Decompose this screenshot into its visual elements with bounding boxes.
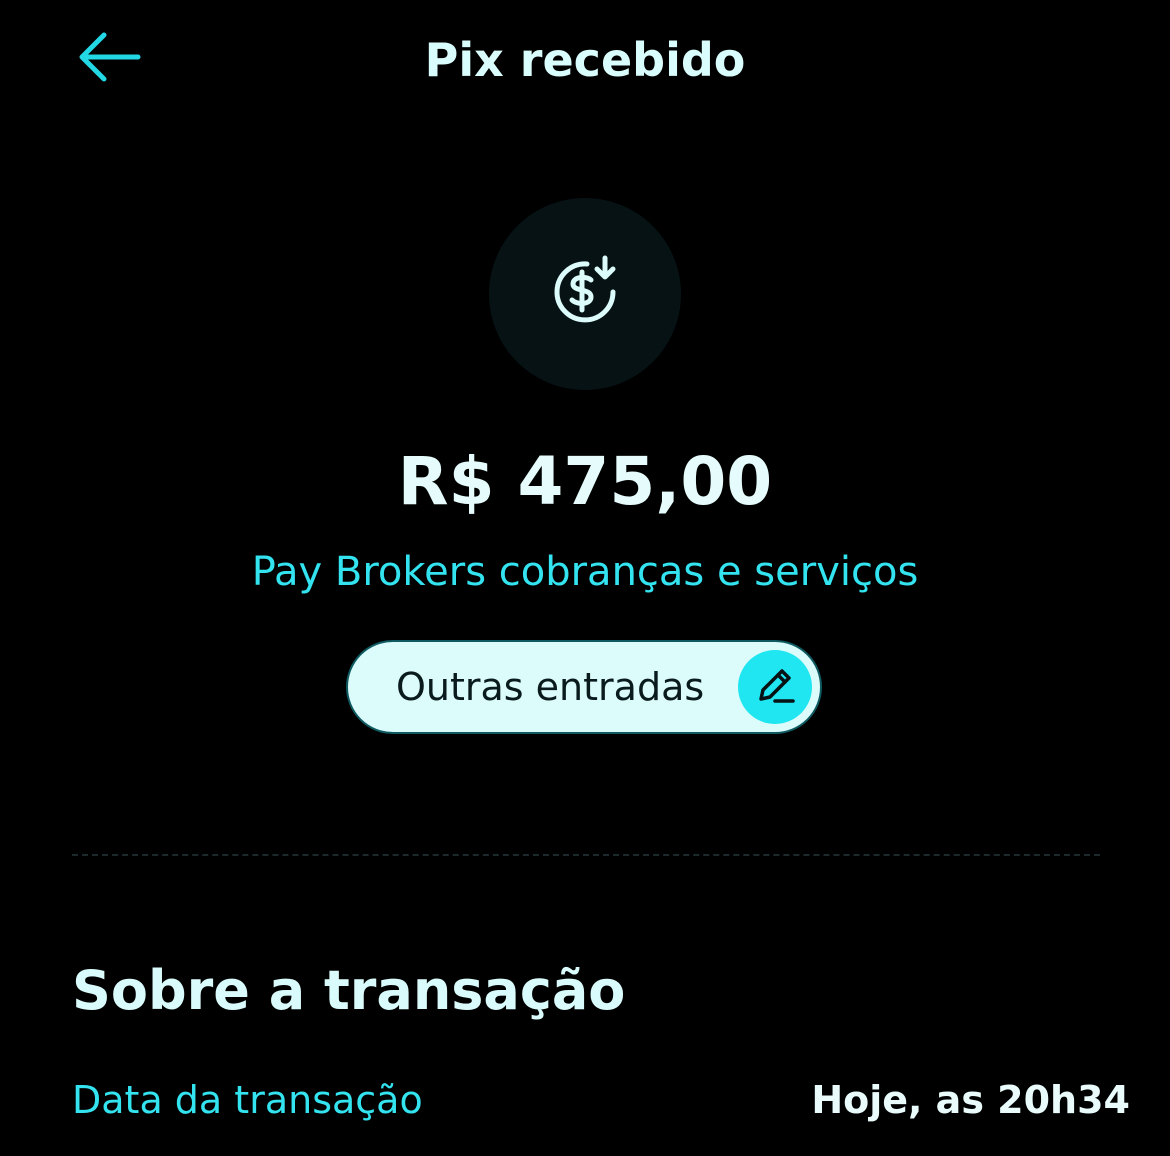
category-label: Outras entradas [396, 665, 705, 709]
category-chip[interactable]: Outras entradas [346, 640, 822, 734]
page-title: Pix recebido [424, 33, 746, 87]
pencil-icon [753, 663, 797, 711]
transaction-date-label: Data da transação [72, 1078, 423, 1122]
edit-category-button[interactable] [738, 650, 812, 724]
section-divider [72, 854, 1100, 856]
transaction-amount: R$ 475,00 [397, 443, 773, 520]
transaction-icon-badge [489, 198, 681, 390]
dollar-receive-icon [547, 254, 623, 334]
payer-name: Pay Brokers cobranças e serviços [251, 549, 919, 595]
transaction-date-value: Hoje, as 20h34 [811, 1078, 1130, 1122]
section-title: Sobre a transação [72, 959, 626, 1022]
